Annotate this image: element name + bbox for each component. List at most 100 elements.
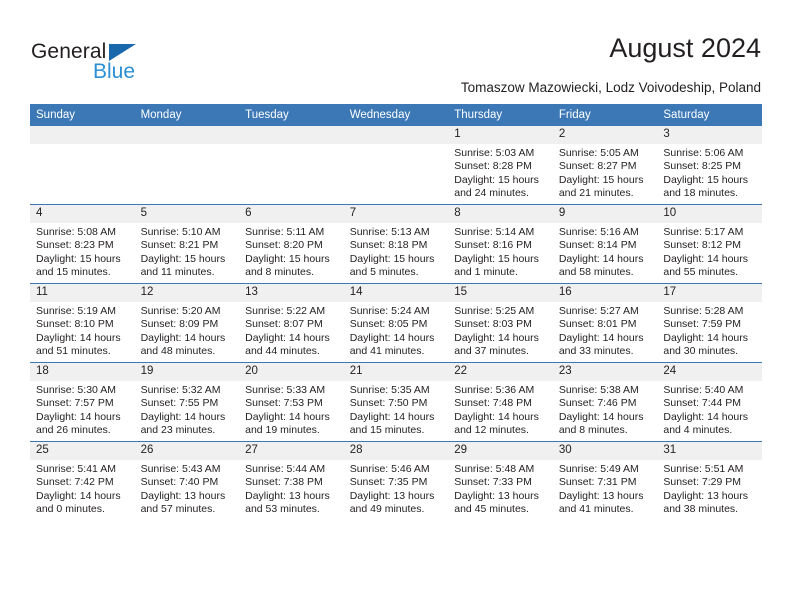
sunrise-sunset-calendar: Sunday Monday Tuesday Wednesday Thursday Frid… bbox=[30, 104, 762, 520]
day-info-line: Sunrise: 5:05 AM bbox=[558, 147, 639, 159]
day-info-line: Sunrise: 5:03 AM bbox=[454, 147, 535, 159]
calendar-day-cell[interactable]: 16 Sunrise: 5:27 AM Sunset: 8:01 PM Dayligh… bbox=[552, 283, 658, 363]
weekday-header-thursday: Thursday bbox=[448, 104, 553, 126]
day-info-line: and 19 minutes. bbox=[245, 424, 320, 437]
calendar-day-cell[interactable]: 15 Sunrise: 5:25 AM Sunset: 8:03 PM Dayligh… bbox=[448, 283, 553, 363]
calendar-day-cell[interactable]: 24 Sunrise: 5:40 AM Sunset: 7:44 PM Dayligh… bbox=[657, 362, 762, 442]
calendar-day-cell[interactable]: 2 Sunrise: 5:05 AM Sunset: 8:27 PM Daylight… bbox=[552, 126, 658, 205]
day-info-line: Sunset: 8:14 PM bbox=[558, 239, 637, 252]
general-blue-logo[interactable]: General Blue bbox=[31, 40, 161, 86]
calendar-day-cell[interactable]: 9 Sunrise: 5:16 AM Sunset: 8:14 PM Daylight… bbox=[552, 204, 658, 284]
day-number: 13 bbox=[239, 284, 344, 302]
day-number: 23 bbox=[552, 363, 658, 381]
day-info-line: Sunrise: 5:24 AM bbox=[349, 305, 430, 317]
day-info-line: Daylight: 15 hours bbox=[36, 252, 121, 265]
calendar-day-cell[interactable]: 8 Sunrise: 5:14 AM Sunset: 8:16 PM Daylight… bbox=[448, 204, 553, 284]
day-sun-info bbox=[344, 144, 449, 147]
calendar-day-cell[interactable]: 3 Sunrise: 5:06 AM Sunset: 8:25 PM Daylight… bbox=[657, 126, 762, 205]
day-info-line: and 38 minutes. bbox=[663, 503, 739, 516]
day-info-line: and 11 minutes. bbox=[140, 266, 215, 279]
calendar-day-cell[interactable]: 17 Sunrise: 5:28 AM Sunset: 7:59 PM Dayligh… bbox=[657, 283, 762, 363]
day-number: 3 bbox=[657, 126, 762, 144]
day-info-line: Daylight: 14 hours bbox=[454, 410, 539, 423]
calendar-day-cell[interactable]: 5 Sunrise: 5:10 AM Sunset: 8:21 PM Daylight… bbox=[134, 204, 240, 284]
calendar-day-cell[interactable]: 22 Sunrise: 5:36 AM Sunset: 7:48 PM Dayligh… bbox=[448, 362, 553, 442]
calendar-week-row: 1 Sunrise: 5:03 AM Sunset: 8:28 PM Daylight… bbox=[30, 126, 762, 205]
calendar-day-cell-empty bbox=[134, 126, 240, 205]
calendar-day-cell[interactable]: 28 Sunrise: 5:46 AM Sunset: 7:35 PM Dayligh… bbox=[343, 441, 449, 520]
day-sun-info: Sunrise: 5:11 AM Sunset: 8:20 PM Daylight:… bbox=[239, 223, 344, 280]
day-info-line: Daylight: 14 hours bbox=[663, 410, 749, 423]
day-info-line: Sunrise: 5:28 AM bbox=[663, 305, 744, 317]
day-sun-info: Sunrise: 5:48 AM Sunset: 7:33 PM Daylight:… bbox=[448, 460, 553, 517]
day-number: 17 bbox=[657, 284, 762, 302]
weekday-header-tuesday: Tuesday bbox=[239, 104, 344, 126]
day-number: 1 bbox=[448, 126, 553, 144]
calendar-day-cell[interactable]: 6 Sunrise: 5:11 AM Sunset: 8:20 PM Daylight… bbox=[239, 204, 344, 284]
day-sun-info: Sunrise: 5:40 AM Sunset: 7:44 PM Daylight:… bbox=[657, 381, 762, 438]
day-info-line: Daylight: 13 hours bbox=[349, 489, 435, 502]
logo-text-blue: Blue bbox=[93, 60, 136, 83]
day-sun-info: Sunrise: 5:41 AM Sunset: 7:42 PM Daylight:… bbox=[30, 460, 135, 517]
calendar-day-cell[interactable]: 7 Sunrise: 5:13 AM Sunset: 8:18 PM Daylight… bbox=[343, 204, 449, 284]
day-info-line: Sunrise: 5:19 AM bbox=[36, 305, 116, 317]
day-number: 18 bbox=[30, 363, 135, 381]
day-number: 26 bbox=[134, 442, 240, 460]
day-number: 30 bbox=[552, 442, 658, 460]
calendar-day-cell[interactable]: 30 Sunrise: 5:49 AM Sunset: 7:31 PM Dayligh… bbox=[552, 441, 658, 520]
day-info-line: Sunrise: 5:43 AM bbox=[140, 463, 221, 475]
calendar-page: General Blue August 2024 Tomaszow Mazowi… bbox=[0, 0, 792, 612]
day-info-line: Sunset: 8:01 PM bbox=[558, 318, 637, 331]
day-info-line: and 30 minutes. bbox=[663, 345, 739, 358]
day-number: 27 bbox=[239, 442, 344, 460]
calendar-day-cell[interactable]: 1 Sunrise: 5:03 AM Sunset: 8:28 PM Daylight… bbox=[448, 126, 553, 205]
day-number: 16 bbox=[552, 284, 658, 302]
day-sun-info: Sunrise: 5:24 AM Sunset: 8:05 PM Daylight:… bbox=[344, 302, 449, 359]
day-info-line: Sunset: 7:35 PM bbox=[349, 476, 428, 489]
calendar-day-cell[interactable]: 31 Sunrise: 5:51 AM Sunset: 7:29 PM Dayligh… bbox=[657, 441, 762, 520]
calendar-day-cell[interactable]: 20 Sunrise: 5:33 AM Sunset: 7:53 PM Dayligh… bbox=[239, 362, 344, 442]
day-info-line: Sunset: 8:03 PM bbox=[454, 318, 532, 331]
day-info-line: Sunset: 7:29 PM bbox=[663, 476, 742, 489]
day-info-line: Sunset: 7:50 PM bbox=[349, 397, 428, 410]
day-info-line: Sunrise: 5:20 AM bbox=[140, 305, 221, 317]
day-number: 19 bbox=[134, 363, 240, 381]
page-title: August 2024 bbox=[609, 33, 761, 63]
day-info-line: and 21 minutes. bbox=[558, 187, 634, 200]
calendar-day-cell[interactable]: 4 Sunrise: 5:08 AM Sunset: 8:23 PM Daylight… bbox=[30, 204, 135, 284]
day-info-line: Daylight: 14 hours bbox=[245, 331, 330, 344]
calendar-day-cell[interactable]: 14 Sunrise: 5:24 AM Sunset: 8:05 PM Dayligh… bbox=[343, 283, 449, 363]
day-info-line: Daylight: 14 hours bbox=[558, 331, 644, 344]
day-info-line: Sunset: 7:40 PM bbox=[140, 476, 219, 489]
day-number: 15 bbox=[448, 284, 553, 302]
day-info-line: Sunrise: 5:41 AM bbox=[36, 463, 116, 475]
day-number: 14 bbox=[343, 284, 449, 302]
calendar-header-row: Sunday Monday Tuesday Wednesday Thursday Frid… bbox=[30, 104, 762, 126]
day-sun-info: Sunrise: 5:03 AM Sunset: 8:28 PM Daylight:… bbox=[448, 144, 553, 201]
calendar-day-cell[interactable]: 18 Sunrise: 5:30 AM Sunset: 7:57 PM Dayligh… bbox=[30, 362, 135, 442]
day-info-line: Daylight: 13 hours bbox=[663, 489, 749, 502]
calendar-day-cell[interactable]: 10 Sunrise: 5:17 AM Sunset: 8:12 PM Dayligh… bbox=[657, 204, 762, 284]
calendar-day-cell[interactable]: 12 Sunrise: 5:20 AM Sunset: 8:09 PM Dayligh… bbox=[134, 283, 240, 363]
calendar-day-cell[interactable]: 19 Sunrise: 5:32 AM Sunset: 7:55 PM Dayligh… bbox=[134, 362, 240, 442]
calendar-day-cell[interactable]: 23 Sunrise: 5:38 AM Sunset: 7:46 PM Dayligh… bbox=[552, 362, 658, 442]
day-info-line: Sunrise: 5:13 AM bbox=[349, 226, 430, 238]
calendar-day-cell[interactable]: 11 Sunrise: 5:19 AM Sunset: 8:10 PM Dayligh… bbox=[30, 283, 135, 363]
calendar-day-cell[interactable]: 21 Sunrise: 5:35 AM Sunset: 7:50 PM Dayligh… bbox=[343, 362, 449, 442]
day-info-line: Sunrise: 5:10 AM bbox=[140, 226, 221, 238]
day-sun-info: Sunrise: 5:43 AM Sunset: 7:40 PM Daylight:… bbox=[135, 460, 240, 517]
day-info-line: and 4 minutes. bbox=[663, 424, 733, 437]
day-sun-info: Sunrise: 5:35 AM Sunset: 7:50 PM Daylight:… bbox=[344, 381, 449, 438]
calendar-day-cell[interactable]: 25 Sunrise: 5:41 AM Sunset: 7:42 PM Dayligh… bbox=[30, 441, 135, 520]
day-info-line: Sunset: 7:53 PM bbox=[245, 397, 323, 410]
calendar-day-cell[interactable]: 13 Sunrise: 5:22 AM Sunset: 8:07 PM Dayligh… bbox=[239, 283, 344, 363]
calendar-day-cell-empty bbox=[239, 126, 344, 205]
day-number: 24 bbox=[657, 363, 762, 381]
calendar-day-cell[interactable]: 27 Sunrise: 5:44 AM Sunset: 7:38 PM Dayligh… bbox=[239, 441, 344, 520]
weekday-header-monday: Monday bbox=[134, 104, 240, 126]
day-info-line: Daylight: 15 hours bbox=[454, 173, 539, 186]
day-sun-info: Sunrise: 5:22 AM Sunset: 8:07 PM Daylight:… bbox=[239, 302, 344, 359]
day-info-line: Sunrise: 5:46 AM bbox=[349, 463, 430, 475]
calendar-day-cell[interactable]: 26 Sunrise: 5:43 AM Sunset: 7:40 PM Dayligh… bbox=[134, 441, 240, 520]
calendar-day-cell[interactable]: 29 Sunrise: 5:48 AM Sunset: 7:33 PM Dayligh… bbox=[448, 441, 553, 520]
